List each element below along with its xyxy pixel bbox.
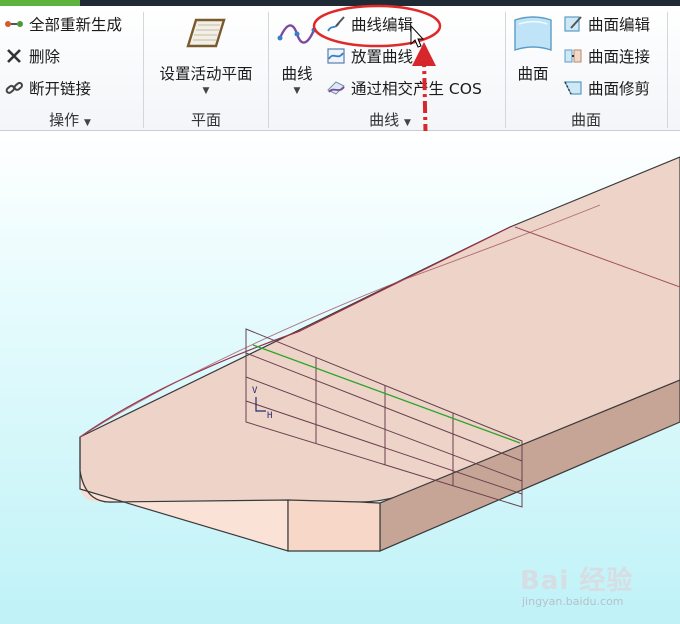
part-fillet-face [287,499,381,552]
ribbon-toolbar: 全部重新生成 删除 断开链接 操作 ▼ 设置活动平面 ▼ 平面 曲线 ▼ 曲线编… [0,6,680,131]
plane-group-label: 平面 [190,111,221,129]
surface-trim-button[interactable]: 曲面修剪 [563,77,650,99]
group-separator [667,12,668,128]
set-active-plane-label: 设置活动平面 [159,65,253,83]
model-canvas: V H [79,156,680,552]
delete-icon [4,46,24,66]
surface-icon [514,16,552,51]
baidu-watermark: Bai 经验 jingyan.baidu.com [520,560,633,608]
active-plane-icon [186,18,226,48]
intersect-cos-button[interactable]: 通过相交产生 COS [326,77,482,99]
surface-button-label: 曲面 [517,65,549,83]
group-separator [505,12,506,128]
watermark-url: jingyan.baidu.com [522,595,624,608]
surface-connect-icon [563,46,583,66]
set-active-plane-button[interactable]: 设置活动平面 ▼ [146,16,266,96]
regenerate-icon [4,14,24,34]
delete-label: 删除 [29,48,61,66]
break-link-button[interactable]: 断开链接 [4,77,91,99]
operations-group-label[interactable]: 操作 ▼ [20,109,120,130]
model-viewport[interactable]: V H [0,131,680,624]
surface-connect-button[interactable]: 曲面连接 [563,45,650,67]
group-separator [268,12,269,128]
break-link-label: 断开链接 [29,80,92,98]
surface-connect-label: 曲面连接 [588,48,651,66]
place-curve-button[interactable]: 放置曲线 [326,45,413,67]
axis-h-label: H [267,411,272,421]
intersect-cos-icon [326,78,346,98]
curve-edit-button[interactable]: 曲线编辑 [326,13,413,35]
axis-v-label: V [252,386,258,396]
intersect-cos-label: 通过相交产生 COS [351,80,482,98]
surface-edit-label: 曲面编辑 [588,16,651,34]
surface-trim-icon [563,78,583,98]
regenerate-all-label: 全部重新生成 [29,16,123,34]
chevron-down-icon: ▼ [83,118,91,128]
place-curve-icon [326,46,346,66]
regenerate-all-button[interactable]: 全部重新生成 [4,13,122,35]
watermark-logo: Bai 经验 [520,566,634,596]
curve-button-label: 曲线 [281,65,313,83]
curve-edit-label: 曲线编辑 [351,16,414,34]
place-curve-label: 放置曲线 [351,48,414,66]
chevron-down-icon: ▼ [202,86,210,96]
curve-group-label[interactable]: 曲线 ▼ [340,109,440,130]
surface-button[interactable]: 曲面 [508,14,558,84]
curve-icon [277,24,317,44]
chevron-down-icon: ▼ [403,118,411,128]
surface-trim-label: 曲面修剪 [588,80,651,98]
group-separator [143,12,144,128]
chevron-down-icon: ▼ [293,86,301,96]
delete-button[interactable]: 删除 [4,45,60,67]
surface-group-label: 曲面 [570,111,601,129]
surface-edit-button[interactable]: 曲面编辑 [563,13,650,35]
curve-button[interactable]: 曲线 ▼ [272,16,322,96]
curve-edit-icon [326,14,346,34]
break-link-icon [4,78,24,98]
surface-edit-icon [563,14,583,34]
